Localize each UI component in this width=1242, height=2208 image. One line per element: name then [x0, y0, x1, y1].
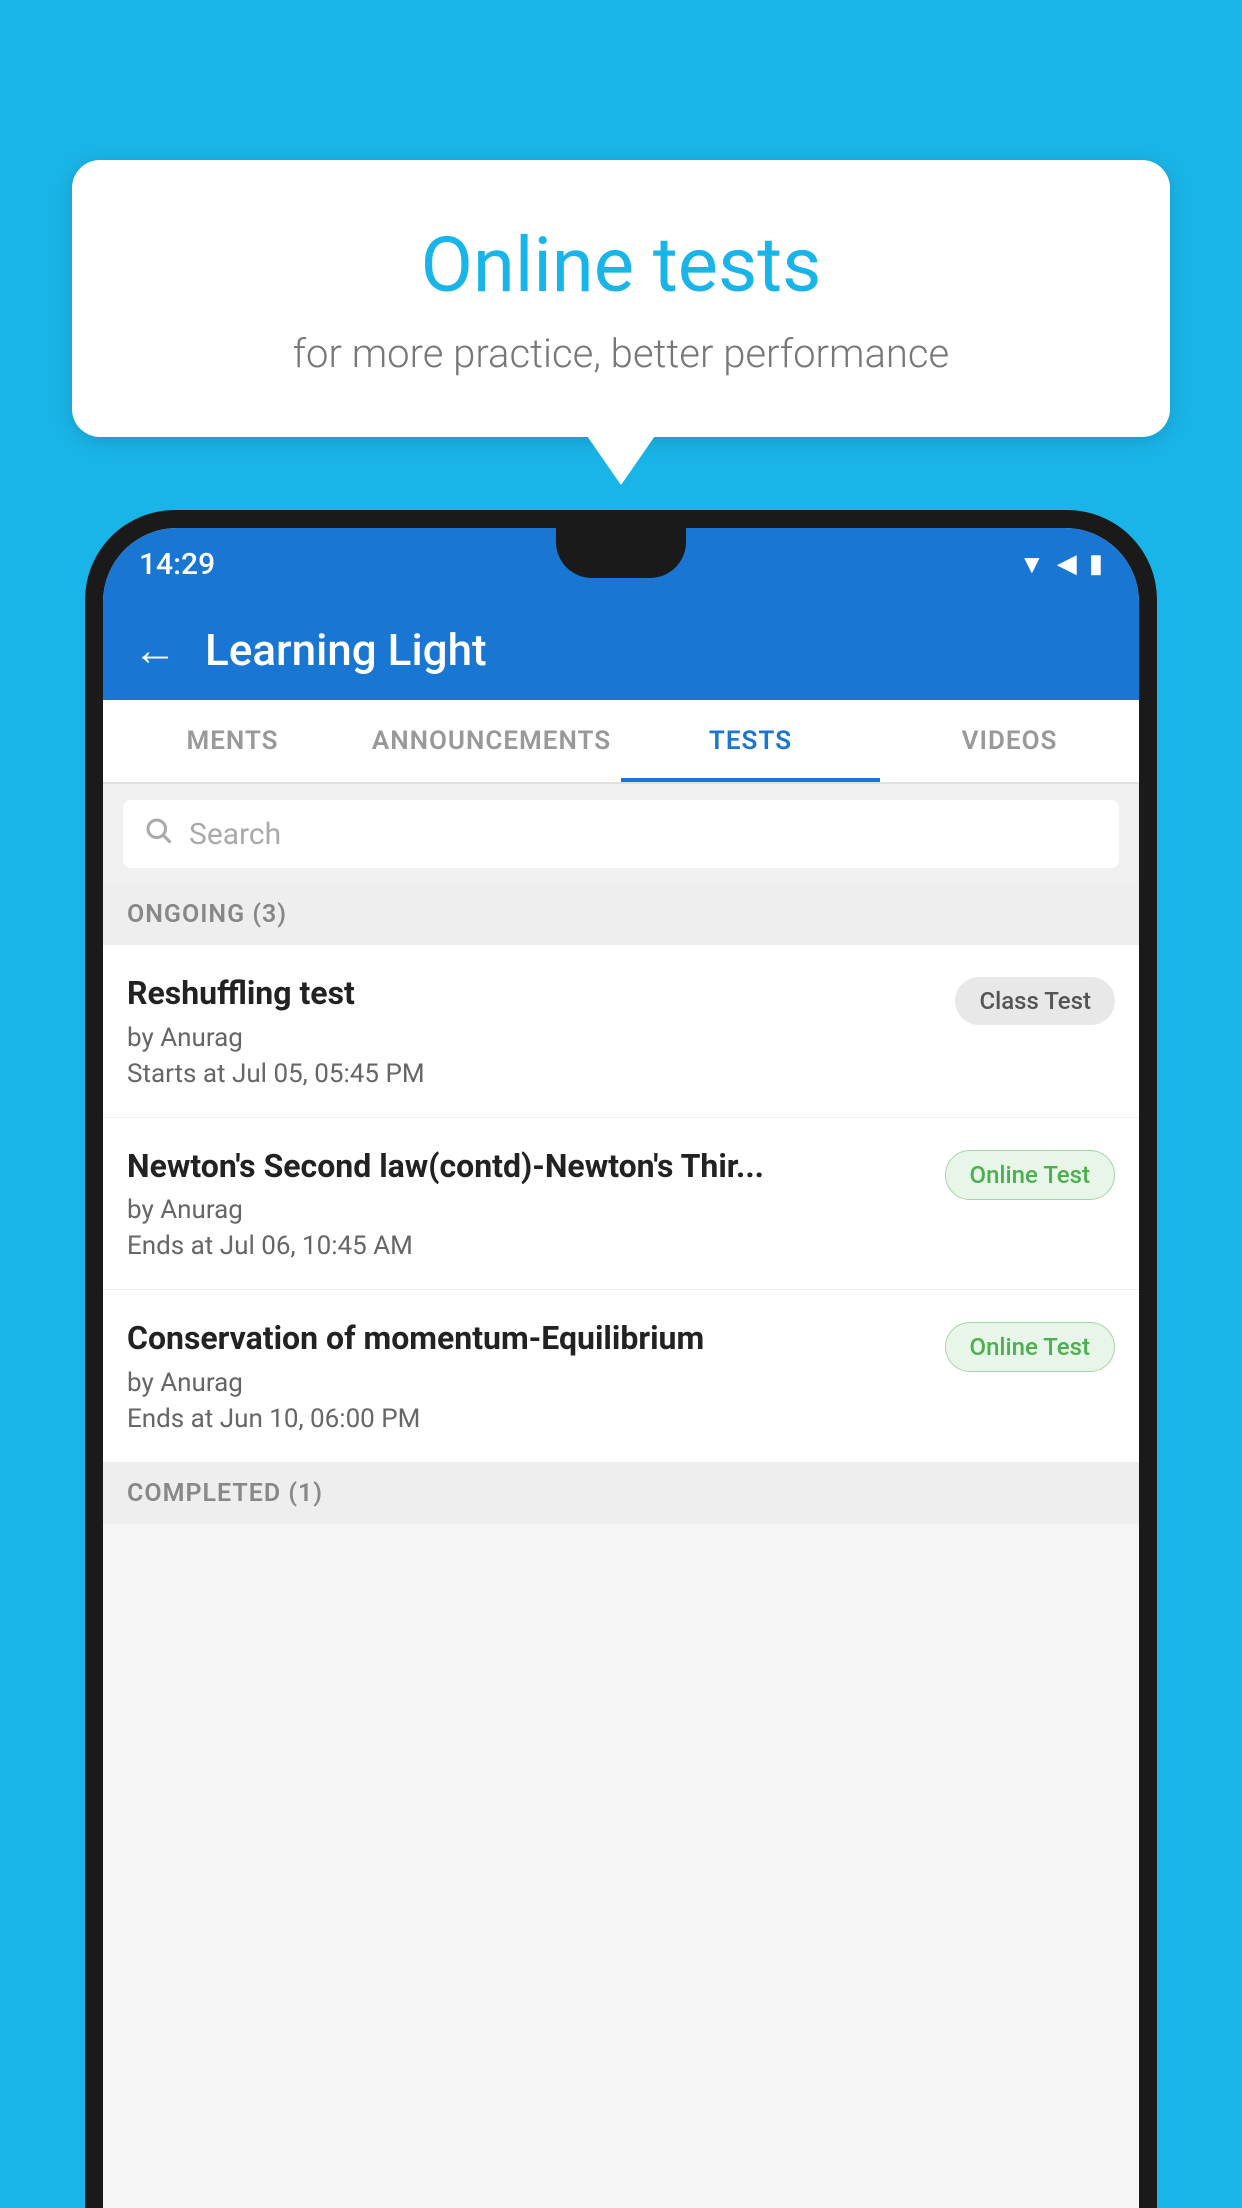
test-item-3[interactable]: Conservation of momentum-Equilibrium by … [103, 1290, 1139, 1463]
test-list: Reshuffling test by Anurag Starts at Jul… [103, 945, 1139, 1463]
app-header: ← Learning Light [103, 600, 1139, 700]
ongoing-label: ONGOING (3) [127, 900, 287, 929]
tab-announcements[interactable]: ANNOUNCEMENTS [362, 700, 621, 782]
phone-frame: 14:29 ▼ ◀ ▮ ← Learning Light MENTS ANNOU… [85, 510, 1157, 2208]
test-author-1: by Anurag [127, 1023, 939, 1053]
tab-videos[interactable]: VIDEOS [880, 700, 1139, 782]
tab-tests[interactable]: TESTS [621, 700, 880, 782]
status-icons: ▼ ◀ ▮ [1019, 549, 1103, 580]
search-icon [143, 814, 173, 854]
test-item-2[interactable]: Newton's Second law(contd)-Newton's Thir… [103, 1118, 1139, 1291]
test-info-2: Newton's Second law(contd)-Newton's Thir… [127, 1146, 929, 1262]
bubble-title: Online tests [112, 220, 1130, 310]
search-bar[interactable]: Search [123, 800, 1119, 868]
app-title: Learning Light [205, 624, 487, 676]
test-name-3: Conservation of momentum-Equilibrium [127, 1318, 929, 1360]
status-time: 14:29 [139, 547, 215, 582]
test-date-3: Ends at Jun 10, 06:00 PM [127, 1404, 929, 1434]
test-name-2: Newton's Second law(contd)-Newton's Thir… [127, 1146, 929, 1188]
battery-icon: ▮ [1089, 549, 1103, 579]
test-author-3: by Anurag [127, 1368, 929, 1398]
test-badge-1: Class Test [955, 977, 1115, 1025]
search-placeholder: Search [189, 817, 281, 852]
test-date-2: Ends at Jul 06, 10:45 AM [127, 1231, 929, 1261]
search-container: Search [103, 784, 1139, 884]
test-info-1: Reshuffling test by Anurag Starts at Jul… [127, 973, 939, 1089]
test-name-1: Reshuffling test [127, 973, 939, 1015]
phone-screen: 14:29 ▼ ◀ ▮ ← Learning Light MENTS ANNOU… [103, 528, 1139, 2208]
ongoing-section-header: ONGOING (3) [103, 884, 1139, 945]
back-button[interactable]: ← [133, 624, 177, 676]
wifi-icon: ▼ [1019, 549, 1045, 580]
test-info-3: Conservation of momentum-Equilibrium by … [127, 1318, 929, 1434]
test-author-2: by Anurag [127, 1195, 929, 1225]
completed-section-header: COMPLETED (1) [103, 1463, 1139, 1524]
test-badge-3: Online Test [945, 1322, 1115, 1372]
completed-label: COMPLETED (1) [127, 1479, 323, 1508]
bubble-subtitle: for more practice, better performance [112, 330, 1130, 377]
test-date-1: Starts at Jul 05, 05:45 PM [127, 1059, 939, 1089]
phone-notch [556, 528, 686, 578]
test-badge-2: Online Test [945, 1150, 1115, 1200]
tab-ments[interactable]: MENTS [103, 700, 362, 782]
signal-icon: ◀ [1057, 549, 1077, 579]
speech-bubble: Online tests for more practice, better p… [72, 160, 1170, 437]
speech-bubble-container: Online tests for more practice, better p… [72, 160, 1170, 437]
test-item-1[interactable]: Reshuffling test by Anurag Starts at Jul… [103, 945, 1139, 1118]
tabs-bar: MENTS ANNOUNCEMENTS TESTS VIDEOS [103, 700, 1139, 784]
